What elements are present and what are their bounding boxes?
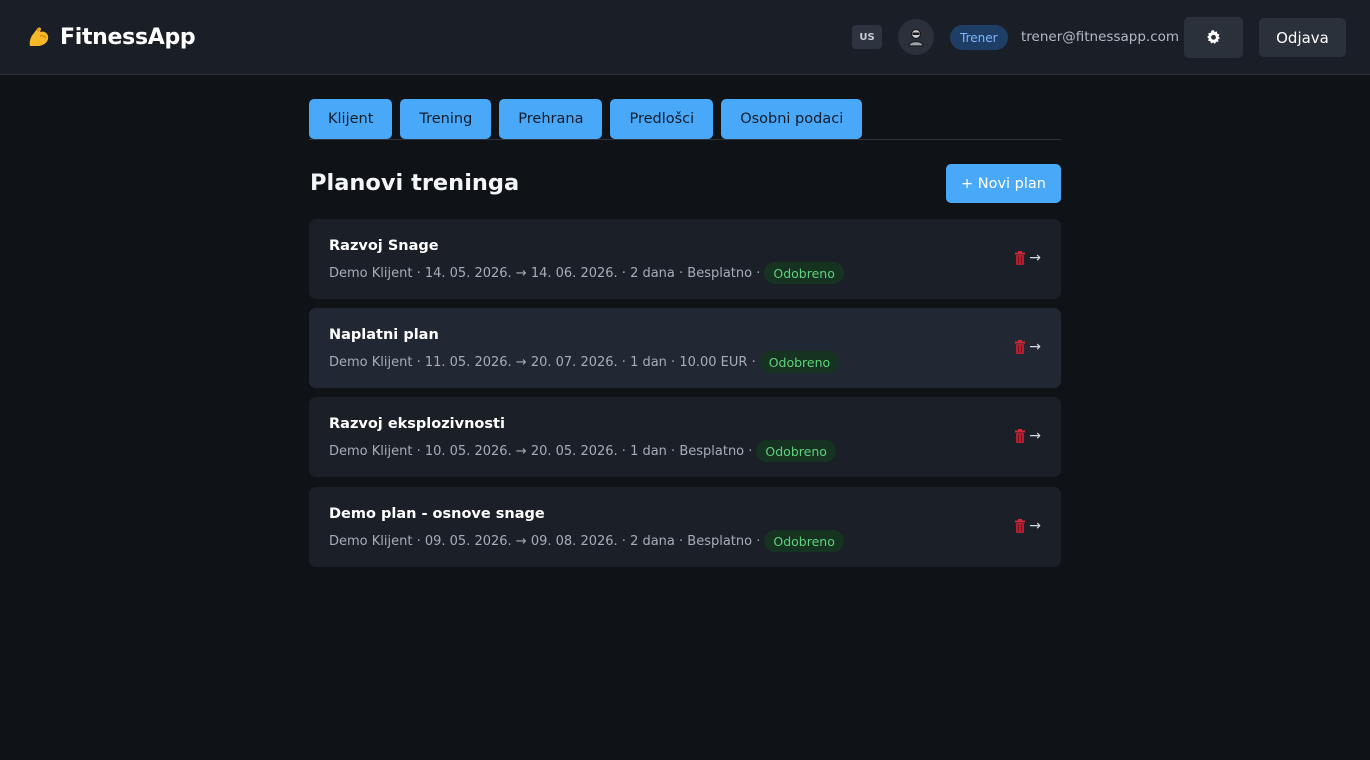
status-badge: Odobreno xyxy=(764,530,844,552)
trash-icon[interactable] xyxy=(1014,429,1026,443)
plan-name: Razvoj eksplozivnosti xyxy=(329,416,505,432)
open-arrow-icon[interactable]: → xyxy=(1029,518,1041,534)
plan-meta: Demo Klijent · 14. 05. 2026. → 14. 06. 2… xyxy=(329,262,844,284)
trash-icon[interactable] xyxy=(1014,519,1026,533)
app-name: FitnessApp xyxy=(60,24,196,50)
status-badge: Odobreno xyxy=(756,440,836,462)
flexed-biceps-icon xyxy=(29,27,49,46)
plan-meta-text: Demo Klijent · 10. 05. 2026. → 20. 05. 2… xyxy=(329,443,753,459)
gear-icon xyxy=(1207,30,1220,44)
top-navbar: FitnessApp US Trener trener@fitnessapp.c… xyxy=(0,0,1370,75)
plan-actions: → xyxy=(1014,428,1041,444)
page-title: Planovi treninga xyxy=(310,170,520,196)
plan-actions: → xyxy=(1014,339,1041,355)
open-arrow-icon[interactable]: → xyxy=(1029,339,1041,355)
plan-meta: Demo Klijent · 11. 05. 2026. → 20. 07. 2… xyxy=(329,351,840,373)
plan-actions: → xyxy=(1014,250,1041,266)
plan-meta-text: Demo Klijent · 14. 05. 2026. → 14. 06. 2… xyxy=(329,265,761,281)
plan-meta-text: Demo Klijent · 11. 05. 2026. → 20. 07. 2… xyxy=(329,354,756,370)
user-email: trener@fitnessapp.com xyxy=(1021,29,1180,45)
tab-predlosci[interactable]: Predlošci xyxy=(610,99,714,139)
open-arrow-icon[interactable]: → xyxy=(1029,250,1041,266)
plan-card[interactable]: Naplatni plan Demo Klijent · 11. 05. 202… xyxy=(309,308,1061,388)
plan-meta: Demo Klijent · 09. 05. 2026. → 09. 08. 2… xyxy=(329,530,844,552)
plan-card[interactable]: Razvoj eksplozivnosti Demo Klijent · 10.… xyxy=(309,397,1061,477)
plan-name: Demo plan - osnove snage xyxy=(329,506,545,522)
plan-name: Razvoj Snage xyxy=(329,238,439,254)
plan-actions: → xyxy=(1014,518,1041,534)
tab-prehrana[interactable]: Prehrana xyxy=(499,99,603,139)
section-tabs: Klijent Trening Prehrana Predlošci Osobn… xyxy=(309,99,1061,140)
trash-icon[interactable] xyxy=(1014,251,1026,265)
logout-button[interactable]: Odjava xyxy=(1259,18,1346,57)
new-plan-button[interactable]: + Novi plan xyxy=(946,164,1061,203)
tab-osobni-podaci[interactable]: Osobni podaci xyxy=(721,99,863,139)
tab-trening[interactable]: Trening xyxy=(400,99,492,139)
plan-card[interactable]: Razvoj Snage Demo Klijent · 14. 05. 2026… xyxy=(309,219,1061,299)
language-selector[interactable]: US xyxy=(852,25,882,49)
plan-card[interactable]: Demo plan - osnove snage Demo Klijent · … xyxy=(309,487,1061,567)
user-avatar-icon xyxy=(908,28,924,47)
status-badge: Odobreno xyxy=(759,351,840,373)
open-arrow-icon[interactable]: → xyxy=(1029,428,1041,444)
plan-name: Naplatni plan xyxy=(329,327,439,343)
plan-list: Razvoj Snage Demo Klijent · 14. 05. 2026… xyxy=(309,219,1061,576)
status-badge: Odobreno xyxy=(764,262,844,284)
trash-icon[interactable] xyxy=(1014,340,1026,354)
plan-meta: Demo Klijent · 10. 05. 2026. → 20. 05. 2… xyxy=(329,440,836,462)
avatar[interactable] xyxy=(898,19,934,55)
tab-klijent[interactable]: Klijent xyxy=(309,99,393,139)
settings-button[interactable] xyxy=(1184,17,1243,58)
plan-meta-text: Demo Klijent · 09. 05. 2026. → 09. 08. 2… xyxy=(329,533,761,549)
brand-logo[interactable]: FitnessApp xyxy=(26,22,196,52)
role-badge: Trener xyxy=(950,25,1008,50)
